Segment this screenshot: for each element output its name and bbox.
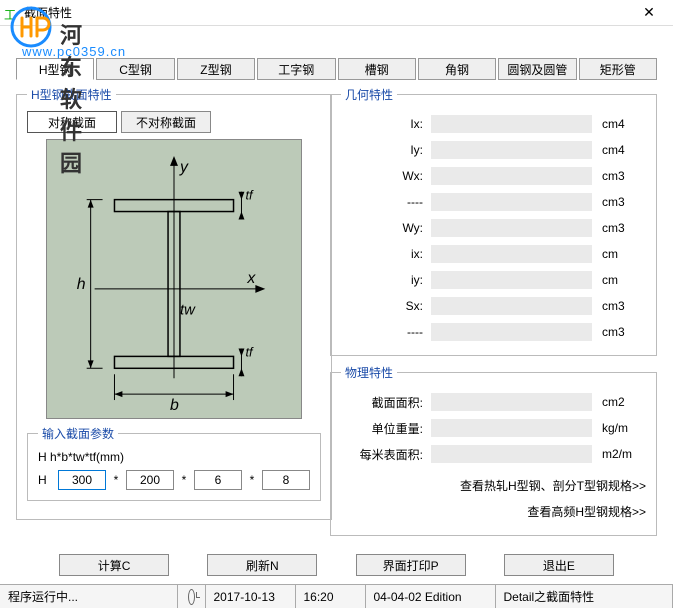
svg-text:x: x	[246, 270, 256, 287]
print-button[interactable]: 界面打印P	[356, 554, 466, 576]
asymmetric-button[interactable]: 不对称截面	[121, 111, 211, 133]
geom-row: Sx: cm3	[341, 293, 646, 319]
status-time: 16:20	[296, 585, 366, 608]
h-section-fieldset: H型钢截面特性 对称截面 不对称截面 y x	[16, 86, 332, 520]
geom-key: Wy:	[341, 221, 431, 235]
geom-unit: cm	[602, 247, 646, 261]
phys-value	[431, 445, 592, 463]
geom-value	[431, 271, 592, 289]
tab-h-steel[interactable]: H型钢	[16, 58, 94, 80]
geom-value	[431, 167, 592, 185]
geom-row: Wx: cm3	[341, 163, 646, 189]
svg-text:b: b	[170, 397, 179, 414]
geom-value	[431, 193, 592, 211]
geom-value	[431, 297, 592, 315]
geom-row: ---- cm3	[341, 319, 646, 345]
phys-value	[431, 393, 592, 411]
geom-value	[431, 245, 592, 263]
phys-fieldset: 物理特性 截面面积: cm2 单位重量: kg/m 每米表面积: m2/m 查看热轧H型钢…	[330, 364, 657, 536]
tab-channel[interactable]: 槽钢	[338, 58, 416, 80]
phys-key: 单位重量:	[341, 420, 431, 437]
geom-row: ---- cm3	[341, 189, 646, 215]
geom-row: Iy: cm4	[341, 137, 646, 163]
geom-unit: cm3	[602, 299, 646, 313]
geom-unit: cm	[602, 273, 646, 287]
geom-unit: cm4	[602, 143, 646, 157]
geom-value	[431, 219, 592, 237]
geom-value	[431, 115, 592, 133]
geom-value	[431, 141, 592, 159]
clock-icon	[188, 589, 195, 605]
h-section-legend: H型钢截面特性	[27, 86, 116, 103]
svg-text:tw: tw	[180, 303, 196, 319]
link-high-freq[interactable]: 查看高频H型钢规格>>	[341, 499, 646, 525]
calc-button[interactable]: 计算C	[59, 554, 169, 576]
geom-key: Iy:	[341, 143, 431, 157]
svg-text:h: h	[77, 276, 86, 293]
geom-key: Ix:	[341, 117, 431, 131]
geom-key: iy:	[341, 273, 431, 287]
tab-round[interactable]: 圆钢及圆管	[498, 58, 576, 80]
statusbar: 程序运行中... 2017-10-13 16:20 04-04-02 Editi…	[0, 584, 673, 608]
geom-key: Sx:	[341, 299, 431, 313]
geom-unit: cm3	[602, 325, 646, 339]
link-hot-rolled[interactable]: 查看热轧H型钢、剖分T型钢规格>>	[341, 473, 646, 499]
phys-unit: cm2	[602, 395, 646, 409]
geom-row: Wy: cm3	[341, 215, 646, 241]
geom-fieldset: 几何特性 Ix: cm4 Iy: cm4 Wx: cm3 ---- cm3 Wy: cm3 ix: c…	[330, 86, 657, 356]
input-params-fieldset: 输入截面参数 H h*b*tw*tf(mm) H * * *	[27, 425, 321, 501]
param-H-label: H	[38, 473, 52, 487]
geom-key: Wx:	[341, 169, 431, 183]
geom-value	[431, 323, 592, 341]
param-b-input[interactable]	[126, 470, 174, 490]
clock-icon-cell	[178, 585, 206, 608]
phys-legend: 物理特性	[341, 364, 397, 381]
phys-row: 每米表面积: m2/m	[341, 441, 646, 467]
status-date: 2017-10-13	[206, 585, 296, 608]
tab-i-steel[interactable]: 工字钢	[257, 58, 335, 80]
geom-row: iy: cm	[341, 267, 646, 293]
param-tf-input[interactable]	[262, 470, 310, 490]
titlebar: 工 截面特性 ✕	[0, 0, 673, 26]
status-detail: Detail之截面特性	[496, 585, 673, 608]
tab-rect[interactable]: 矩形管	[579, 58, 657, 80]
tab-z-steel[interactable]: Z型钢	[177, 58, 255, 80]
formula-label: H h*b*tw*tf(mm)	[38, 450, 310, 464]
status-running: 程序运行中...	[0, 585, 178, 608]
geom-unit: cm3	[602, 169, 646, 183]
status-edition: 04-04-02 Edition	[366, 585, 496, 608]
phys-key: 截面面积:	[341, 394, 431, 411]
phys-unit: kg/m	[602, 421, 646, 435]
geom-row: ix: cm	[341, 241, 646, 267]
geom-key: ix:	[341, 247, 431, 261]
geom-unit: cm4	[602, 117, 646, 131]
section-tabs: H型钢 C型钢 Z型钢 工字钢 槽钢 角钢 圆钢及圆管 矩形管	[16, 58, 657, 80]
input-params-legend: 输入截面参数	[38, 425, 118, 442]
symmetric-button[interactable]: 对称截面	[27, 111, 117, 133]
tab-angle[interactable]: 角钢	[418, 58, 496, 80]
phys-unit: m2/m	[602, 447, 646, 461]
svg-text:y: y	[179, 159, 189, 176]
param-tw-input[interactable]	[194, 470, 242, 490]
geom-unit: cm3	[602, 221, 646, 235]
app-icon: 工	[4, 6, 18, 20]
tab-c-steel[interactable]: C型钢	[96, 58, 174, 80]
geom-key: ----	[341, 325, 431, 339]
section-diagram: y x h	[46, 139, 302, 419]
phys-row: 截面面积: cm2	[341, 389, 646, 415]
phys-key: 每米表面积:	[341, 446, 431, 463]
geom-unit: cm3	[602, 195, 646, 209]
geom-row: Ix: cm4	[341, 111, 646, 137]
param-h-input[interactable]	[58, 470, 106, 490]
refresh-button[interactable]: 刷新N	[207, 554, 317, 576]
close-button[interactable]: ✕	[629, 1, 669, 25]
exit-button[interactable]: 退出E	[504, 554, 614, 576]
window-title: 截面特性	[24, 4, 629, 21]
phys-row: 单位重量: kg/m	[341, 415, 646, 441]
phys-value	[431, 419, 592, 437]
geom-legend: 几何特性	[341, 86, 397, 103]
geom-key: ----	[341, 195, 431, 209]
